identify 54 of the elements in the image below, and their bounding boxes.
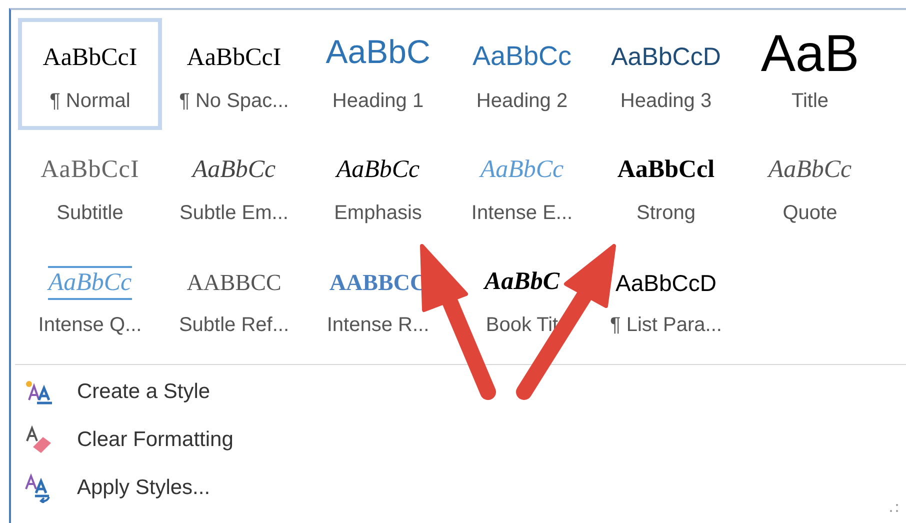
style-name: Intense E... [471,201,573,226]
style-tile[interactable]: AABBCC Intense R... [306,242,450,354]
style-tile[interactable]: AaB Title [738,18,882,130]
menu-item[interactable]: Apply Styles... [23,471,906,505]
style-tile[interactable]: AaBbCc Quote [738,130,882,242]
style-tile[interactable]: AaBbCcI Subtitle [18,130,162,242]
style-name: ¶ List Para... [610,313,722,338]
style-preview: AaBbC [326,32,430,72]
style-name: Heading 3 [620,89,712,114]
style-name: Subtle Em... [180,201,288,226]
style-preview: AABBCC [186,268,282,296]
style-name: Subtle Ref... [178,313,290,338]
resize-grip-icon [888,502,900,514]
style-tile[interactable]: AaBbCc Intense Q... [18,242,162,354]
style-preview: AaBbCcI [186,42,282,72]
style-tile[interactable]: AaBbCc Emphasis [306,130,450,242]
style-name: Strong [636,201,696,226]
style-tile[interactable]: AaBbCc Subtle Em... [162,130,306,242]
style-preview: AaBbCc [192,154,276,184]
style-preview: AaBbCcI [42,42,138,72]
style-tile[interactable]: AABBCC Subtle Ref... [162,242,306,354]
style-tile[interactable]: AaBbC Heading 1 [306,18,450,130]
style-preview: AaB [760,32,860,76]
style-name: Subtitle [56,201,124,226]
style-preview: AaBbCcI [40,154,140,184]
style-preview: AaBbCc [768,154,852,184]
menu-item[interactable]: Clear Formatting [23,423,906,457]
style-tile[interactable]: AaBbCcl Strong [594,130,738,242]
style-name: Heading 2 [476,89,568,114]
style-preview: AaBbCc [472,40,572,72]
style-name: Title [791,89,829,114]
style-name: Quote [782,201,838,226]
style-preview: AaBbCc [48,266,132,300]
style-tile[interactable]: AaBbCc Heading 2 [450,18,594,130]
style-preview: AaBbCc [480,154,564,184]
style-tile[interactable]: AaBbCcI ¶ Normal [18,18,162,130]
style-tile[interactable]: AaBbCcD Heading 3 [594,18,738,130]
style-name: Heading 1 [332,89,424,114]
style-preview: AaBbCcD [611,42,721,72]
style-name: ¶ Normal [50,89,130,114]
style-preview: AaBbC [484,266,560,296]
style-name: Emphasis [334,201,422,226]
style-name: ¶ No Spac... [179,89,289,114]
style-preview: AaBbCc [336,154,420,184]
style-tile[interactable]: AaBbCcI ¶ No Spac... [162,18,306,130]
menu-item[interactable]: Create a Style [23,375,906,409]
style-preview: AaBbCcl [617,154,715,184]
new-style-icon [23,378,55,406]
style-preview: AABBCC [329,268,427,296]
style-tile[interactable]: AaBbCc Intense E... [450,130,594,242]
style-preview: AaBbCcD [616,268,716,298]
style-name: Intense R... [326,313,430,338]
style-tile[interactable]: AaBbCcD ¶ List Para... [594,242,738,354]
style-name: Intense Q... [38,313,142,338]
